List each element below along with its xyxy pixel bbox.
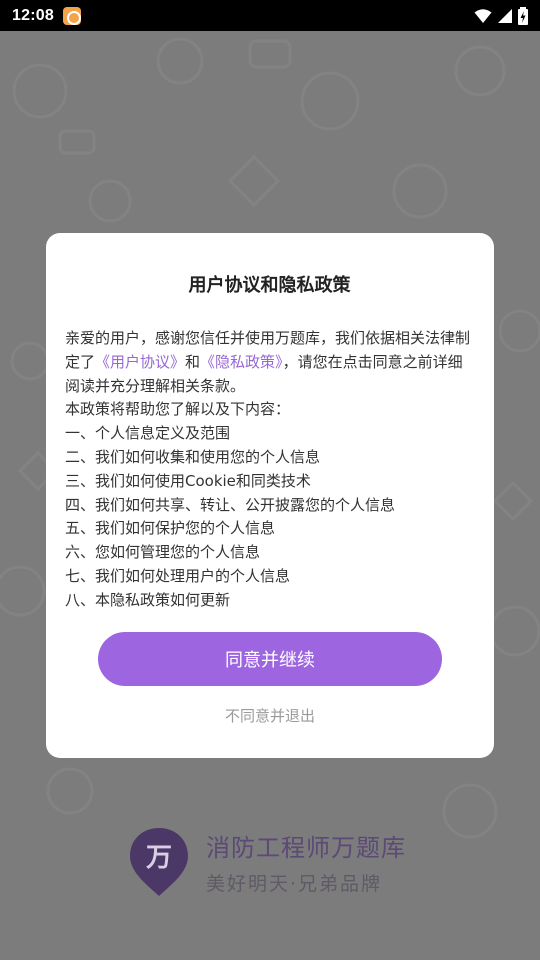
status-bar: 12:08: [0, 0, 540, 31]
brand-title: 消防工程师万题库: [206, 834, 406, 862]
list-item: 一、个人信息定义及范围: [65, 424, 231, 443]
list-item: 三、我们如何使用Cookie和同类技术: [65, 471, 311, 490]
wifi-icon: [474, 8, 492, 23]
brand-logo-char: 万: [146, 843, 172, 873]
list-item: 七、我们如何处理用户的个人信息: [65, 566, 291, 585]
list-item: 五、我们如何保护您的个人信息: [65, 519, 276, 538]
user-agreement-link[interactable]: 《用户协议》: [95, 353, 185, 371]
battery-charging-icon: [518, 6, 528, 25]
brand-text: 消防工程师万题库 美好明天·兄弟品牌: [206, 828, 406, 896]
dialog-title: 用户协议和隐私政策: [188, 275, 351, 296]
brand-footer: 万 消防工程师万题库 美好明天·兄弟品牌: [128, 826, 406, 898]
list-item: 二、我们如何收集和使用您的个人信息: [65, 447, 321, 466]
brand-slogan: 美好明天·兄弟品牌: [206, 873, 383, 895]
brand-logo: 万: [128, 826, 190, 898]
privacy-policy-link[interactable]: 《隐私政策》: [200, 353, 283, 371]
decline-exit-button[interactable]: 不同意并退出: [46, 705, 494, 726]
agree-continue-button[interactable]: 同意并继续: [98, 632, 442, 686]
list-item: 四、我们如何共享、转让、公开披露您的个人信息: [65, 495, 396, 514]
intro-paragraph: 亲爱的用户，感谢您信任并使用万题库，我们依据相关法律制定了《用户协议》和《隐私政…: [65, 327, 474, 398]
and-text: 和: [185, 352, 201, 371]
status-time: 12:08: [12, 6, 54, 24]
signal-icon: [498, 8, 512, 23]
policy-lead: 本政策将帮助您了解以及下内容：: [65, 400, 291, 419]
list-item: 八、本隐私政策如何更新: [65, 590, 231, 609]
app-notification-icon: [62, 6, 81, 25]
privacy-dialog: 用户协议和隐私政策 亲爱的用户，感谢您信任并使用万题库，我们依据相关法律制定了《…: [46, 233, 494, 758]
status-icons: [474, 6, 528, 25]
list-item: 六、您如何管理您的个人信息: [65, 543, 261, 562]
dialog-body: 亲爱的用户，感谢您信任并使用万题库，我们依据相关法律制定了《用户协议》和《隐私政…: [65, 327, 474, 613]
